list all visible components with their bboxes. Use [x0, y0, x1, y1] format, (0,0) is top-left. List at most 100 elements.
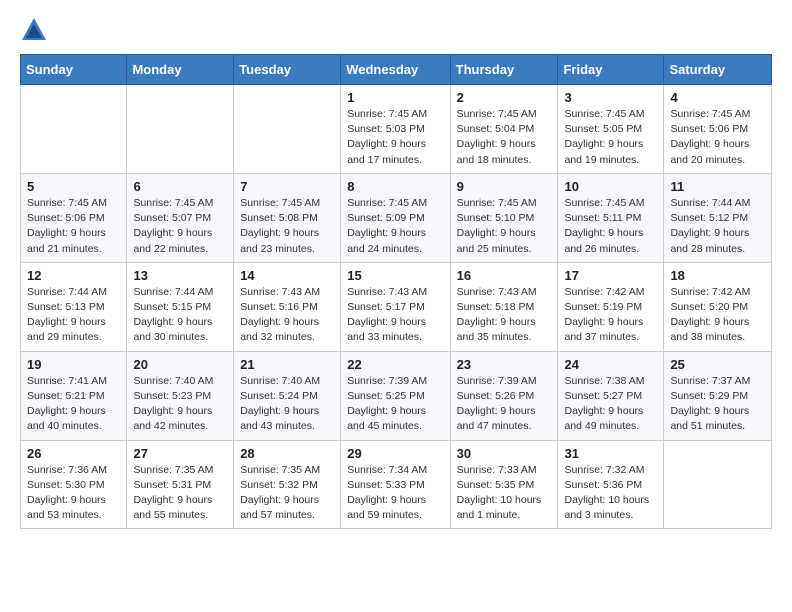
page: SundayMondayTuesdayWednesdayThursdayFrid…: [0, 0, 792, 545]
day-number: 3: [564, 90, 657, 105]
calendar-cell: 12 Sunrise: 7:44 AM Sunset: 5:13 PM Dayli…: [21, 262, 127, 351]
calendar-cell: 11 Sunrise: 7:44 AM Sunset: 5:12 PM Dayli…: [664, 173, 772, 262]
day-number: 23: [457, 357, 552, 372]
weekday-header-thursday: Thursday: [450, 55, 558, 85]
day-number: 21: [240, 357, 334, 372]
calendar-cell: 26 Sunrise: 7:36 AM Sunset: 5:30 PM Dayli…: [21, 440, 127, 529]
day-detail: Sunrise: 7:35 AM Sunset: 5:32 PM Dayligh…: [240, 463, 334, 524]
logo-block: [20, 16, 50, 44]
calendar-cell: [234, 85, 341, 174]
calendar-cell: 6 Sunrise: 7:45 AM Sunset: 5:07 PM Daylig…: [127, 173, 234, 262]
day-detail: Sunrise: 7:45 AM Sunset: 5:07 PM Dayligh…: [133, 196, 227, 257]
day-number: 31: [564, 446, 657, 461]
calendar-cell: [127, 85, 234, 174]
weekday-header-tuesday: Tuesday: [234, 55, 341, 85]
day-detail: Sunrise: 7:43 AM Sunset: 5:18 PM Dayligh…: [457, 285, 552, 346]
calendar-cell: 23Sunrise: 7:39 AM Sunset: 5:26 PM Dayli…: [450, 351, 558, 440]
day-number: 11: [670, 179, 765, 194]
day-number: 30: [457, 446, 552, 461]
calendar-cell: 17Sunrise: 7:42 AM Sunset: 5:19 PM Dayli…: [558, 262, 664, 351]
calendar-cell: 25Sunrise: 7:37 AM Sunset: 5:29 PM Dayli…: [664, 351, 772, 440]
day-detail: Sunrise: 7:45 AM Sunset: 5:11 PM Dayligh…: [564, 196, 657, 257]
calendar-cell: 20 Sunrise: 7:40 AM Sunset: 5:23 PM Dayli…: [127, 351, 234, 440]
day-detail: Sunrise: 7:44 AM Sunset: 5:12 PM Dayligh…: [670, 196, 765, 257]
calendar-cell: 18Sunrise: 7:42 AM Sunset: 5:20 PM Dayli…: [664, 262, 772, 351]
day-detail: Sunrise: 7:40 AM Sunset: 5:23 PM Dayligh…: [133, 374, 227, 435]
calendar-cell: 5 Sunrise: 7:45 AM Sunset: 5:06 PM Daylig…: [21, 173, 127, 262]
weekday-header-sunday: Sunday: [21, 55, 127, 85]
weekday-header-friday: Friday: [558, 55, 664, 85]
day-number: 1: [347, 90, 443, 105]
day-detail: Sunrise: 7:39 AM Sunset: 5:25 PM Dayligh…: [347, 374, 443, 435]
day-detail: Sunrise: 7:45 AM Sunset: 5:06 PM Dayligh…: [670, 107, 765, 168]
day-detail: Sunrise: 7:44 AM Sunset: 5:15 PM Dayligh…: [133, 285, 227, 346]
day-number: 24: [564, 357, 657, 372]
day-number: 7: [240, 179, 334, 194]
day-number: 12: [27, 268, 120, 283]
calendar-cell: [21, 85, 127, 174]
day-number: 25: [670, 357, 765, 372]
day-number: 13: [133, 268, 227, 283]
day-number: 18: [670, 268, 765, 283]
calendar-cell: 7 Sunrise: 7:45 AM Sunset: 5:08 PM Daylig…: [234, 173, 341, 262]
calendar-week-3: 12 Sunrise: 7:44 AM Sunset: 5:13 PM Dayli…: [21, 262, 772, 351]
calendar-week-4: 19 Sunrise: 7:41 AM Sunset: 5:21 PM Dayli…: [21, 351, 772, 440]
day-number: 28: [240, 446, 334, 461]
day-detail: Sunrise: 7:32 AM Sunset: 5:36 PM Dayligh…: [564, 463, 657, 524]
day-number: 22: [347, 357, 443, 372]
calendar-cell: 4 Sunrise: 7:45 AM Sunset: 5:06 PM Daylig…: [664, 85, 772, 174]
day-number: 6: [133, 179, 227, 194]
calendar-cell: 14Sunrise: 7:43 AM Sunset: 5:16 PM Dayli…: [234, 262, 341, 351]
day-detail: Sunrise: 7:35 AM Sunset: 5:31 PM Dayligh…: [133, 463, 227, 524]
day-detail: Sunrise: 7:42 AM Sunset: 5:19 PM Dayligh…: [564, 285, 657, 346]
calendar-cell: 2 Sunrise: 7:45 AM Sunset: 5:04 PM Daylig…: [450, 85, 558, 174]
logo-icon: [20, 16, 48, 44]
calendar-cell: 1 Sunrise: 7:45 AM Sunset: 5:03 PM Daylig…: [341, 85, 450, 174]
day-detail: Sunrise: 7:45 AM Sunset: 5:03 PM Dayligh…: [347, 107, 443, 168]
day-number: 29: [347, 446, 443, 461]
day-number: 19: [27, 357, 120, 372]
calendar-cell: 9 Sunrise: 7:45 AM Sunset: 5:10 PM Daylig…: [450, 173, 558, 262]
day-detail: Sunrise: 7:33 AM Sunset: 5:35 PM Dayligh…: [457, 463, 552, 524]
logo: [20, 16, 50, 44]
calendar-cell: 19 Sunrise: 7:41 AM Sunset: 5:21 PM Dayli…: [21, 351, 127, 440]
calendar-cell: 24Sunrise: 7:38 AM Sunset: 5:27 PM Dayli…: [558, 351, 664, 440]
day-detail: Sunrise: 7:45 AM Sunset: 5:09 PM Dayligh…: [347, 196, 443, 257]
day-detail: Sunrise: 7:40 AM Sunset: 5:24 PM Dayligh…: [240, 374, 334, 435]
calendar-cell: 3 Sunrise: 7:45 AM Sunset: 5:05 PM Daylig…: [558, 85, 664, 174]
day-number: 20: [133, 357, 227, 372]
day-number: 26: [27, 446, 120, 461]
day-number: 9: [457, 179, 552, 194]
weekday-header-monday: Monday: [127, 55, 234, 85]
day-detail: Sunrise: 7:45 AM Sunset: 5:08 PM Dayligh…: [240, 196, 334, 257]
day-number: 5: [27, 179, 120, 194]
header: [20, 16, 772, 44]
day-number: 16: [457, 268, 552, 283]
calendar-cell: 8 Sunrise: 7:45 AM Sunset: 5:09 PM Daylig…: [341, 173, 450, 262]
day-detail: Sunrise: 7:44 AM Sunset: 5:13 PM Dayligh…: [27, 285, 120, 346]
day-detail: Sunrise: 7:34 AM Sunset: 5:33 PM Dayligh…: [347, 463, 443, 524]
logo-row: [20, 16, 50, 44]
weekday-header-saturday: Saturday: [664, 55, 772, 85]
calendar-week-2: 5 Sunrise: 7:45 AM Sunset: 5:06 PM Daylig…: [21, 173, 772, 262]
day-number: 4: [670, 90, 765, 105]
day-detail: Sunrise: 7:43 AM Sunset: 5:16 PM Dayligh…: [240, 285, 334, 346]
day-detail: Sunrise: 7:45 AM Sunset: 5:06 PM Dayligh…: [27, 196, 120, 257]
calendar-cell: 22 Sunrise: 7:39 AM Sunset: 5:25 PM Dayli…: [341, 351, 450, 440]
day-number: 27: [133, 446, 227, 461]
day-detail: Sunrise: 7:45 AM Sunset: 5:04 PM Dayligh…: [457, 107, 552, 168]
calendar-cell: 16 Sunrise: 7:43 AM Sunset: 5:18 PM Dayli…: [450, 262, 558, 351]
calendar-week-1: 1 Sunrise: 7:45 AM Sunset: 5:03 PM Daylig…: [21, 85, 772, 174]
calendar-cell: 29 Sunrise: 7:34 AM Sunset: 5:33 PM Dayli…: [341, 440, 450, 529]
calendar-cell: 21 Sunrise: 7:40 AM Sunset: 5:24 PM Dayli…: [234, 351, 341, 440]
day-detail: Sunrise: 7:45 AM Sunset: 5:05 PM Dayligh…: [564, 107, 657, 168]
calendar-cell: 30 Sunrise: 7:33 AM Sunset: 5:35 PM Dayli…: [450, 440, 558, 529]
day-number: 8: [347, 179, 443, 194]
day-detail: Sunrise: 7:45 AM Sunset: 5:10 PM Dayligh…: [457, 196, 552, 257]
day-detail: Sunrise: 7:41 AM Sunset: 5:21 PM Dayligh…: [27, 374, 120, 435]
day-detail: Sunrise: 7:36 AM Sunset: 5:30 PM Dayligh…: [27, 463, 120, 524]
weekday-header-wednesday: Wednesday: [341, 55, 450, 85]
day-number: 2: [457, 90, 552, 105]
calendar-cell: 28 Sunrise: 7:35 AM Sunset: 5:32 PM Dayli…: [234, 440, 341, 529]
calendar-cell: 15Sunrise: 7:43 AM Sunset: 5:17 PM Dayli…: [341, 262, 450, 351]
